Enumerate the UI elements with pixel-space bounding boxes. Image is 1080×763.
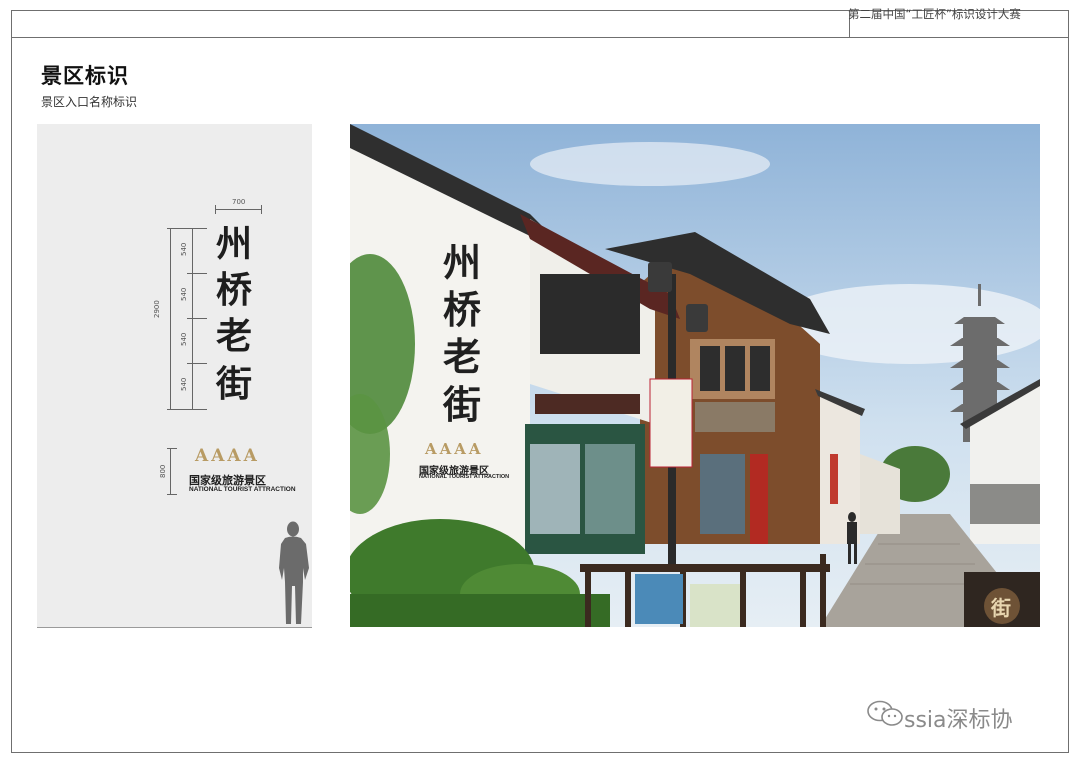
site-photo: 州 桥 老 街 AAAA 国家级旅游景区 NATIONAL TOURIST AT… bbox=[350, 124, 1040, 627]
photo-scenic-level-en: NATIONAL TOURIST ATTRACTION bbox=[419, 474, 510, 480]
photo-sign-char-2: 桥 bbox=[443, 287, 482, 332]
wechat-icon bbox=[867, 700, 903, 726]
scenic-level-en-label: NATIONAL TOURIST ATTRACTION bbox=[189, 486, 296, 493]
seg-tick-4 bbox=[187, 363, 207, 364]
sign-elevation-panel bbox=[37, 124, 312, 627]
segment-dim-1: 540 bbox=[180, 242, 188, 256]
human-scale-figure bbox=[279, 521, 309, 624]
seg-tick-1 bbox=[167, 228, 207, 229]
photo-sign-char-4: 街 bbox=[443, 382, 482, 427]
seg-tick-3 bbox=[187, 318, 207, 319]
page-subtitle: 景区入口名称标识 bbox=[41, 95, 138, 109]
logo-dim-tick-bottom bbox=[167, 494, 177, 495]
watermark-text: ssia深标协 bbox=[904, 708, 1013, 733]
photo-rating-badge: AAAA bbox=[425, 440, 484, 458]
seg-tick-5 bbox=[167, 409, 207, 410]
total-height-dim-label: 2900 bbox=[153, 300, 161, 318]
page-title: 景区标识 bbox=[41, 64, 129, 88]
logo-dim-tick-top bbox=[167, 448, 177, 449]
logo-dim-label: 800 bbox=[159, 464, 167, 478]
segment-dim-2: 540 bbox=[180, 287, 188, 301]
contest-name: 第二届中国“工匠杯”标识设计大赛 bbox=[848, 7, 1021, 21]
width-dim-tick-left bbox=[215, 205, 216, 214]
seg-tick-2 bbox=[187, 273, 207, 274]
sign-name-char-4: 街 bbox=[216, 363, 253, 405]
total-height-dim-line bbox=[170, 228, 171, 409]
photo-sign-char-1: 州 bbox=[443, 240, 482, 285]
rating-badge: AAAA bbox=[195, 446, 260, 466]
ground-line bbox=[37, 627, 312, 628]
sign-name-char-2: 桥 bbox=[216, 269, 253, 311]
segment-dim-4: 540 bbox=[180, 377, 188, 391]
width-dim-line bbox=[215, 209, 261, 210]
width-dim-label: 700 bbox=[232, 198, 246, 206]
segment-dim-3: 540 bbox=[180, 332, 188, 346]
logo-dim-line bbox=[170, 448, 171, 494]
photo-street-sign-char: 街 bbox=[991, 596, 1011, 620]
width-dim-tick-right bbox=[261, 205, 262, 214]
sign-name-char-3: 老 bbox=[216, 315, 253, 357]
sign-name-char-1: 州 bbox=[216, 223, 253, 265]
photo-sign-char-3: 老 bbox=[443, 334, 482, 379]
